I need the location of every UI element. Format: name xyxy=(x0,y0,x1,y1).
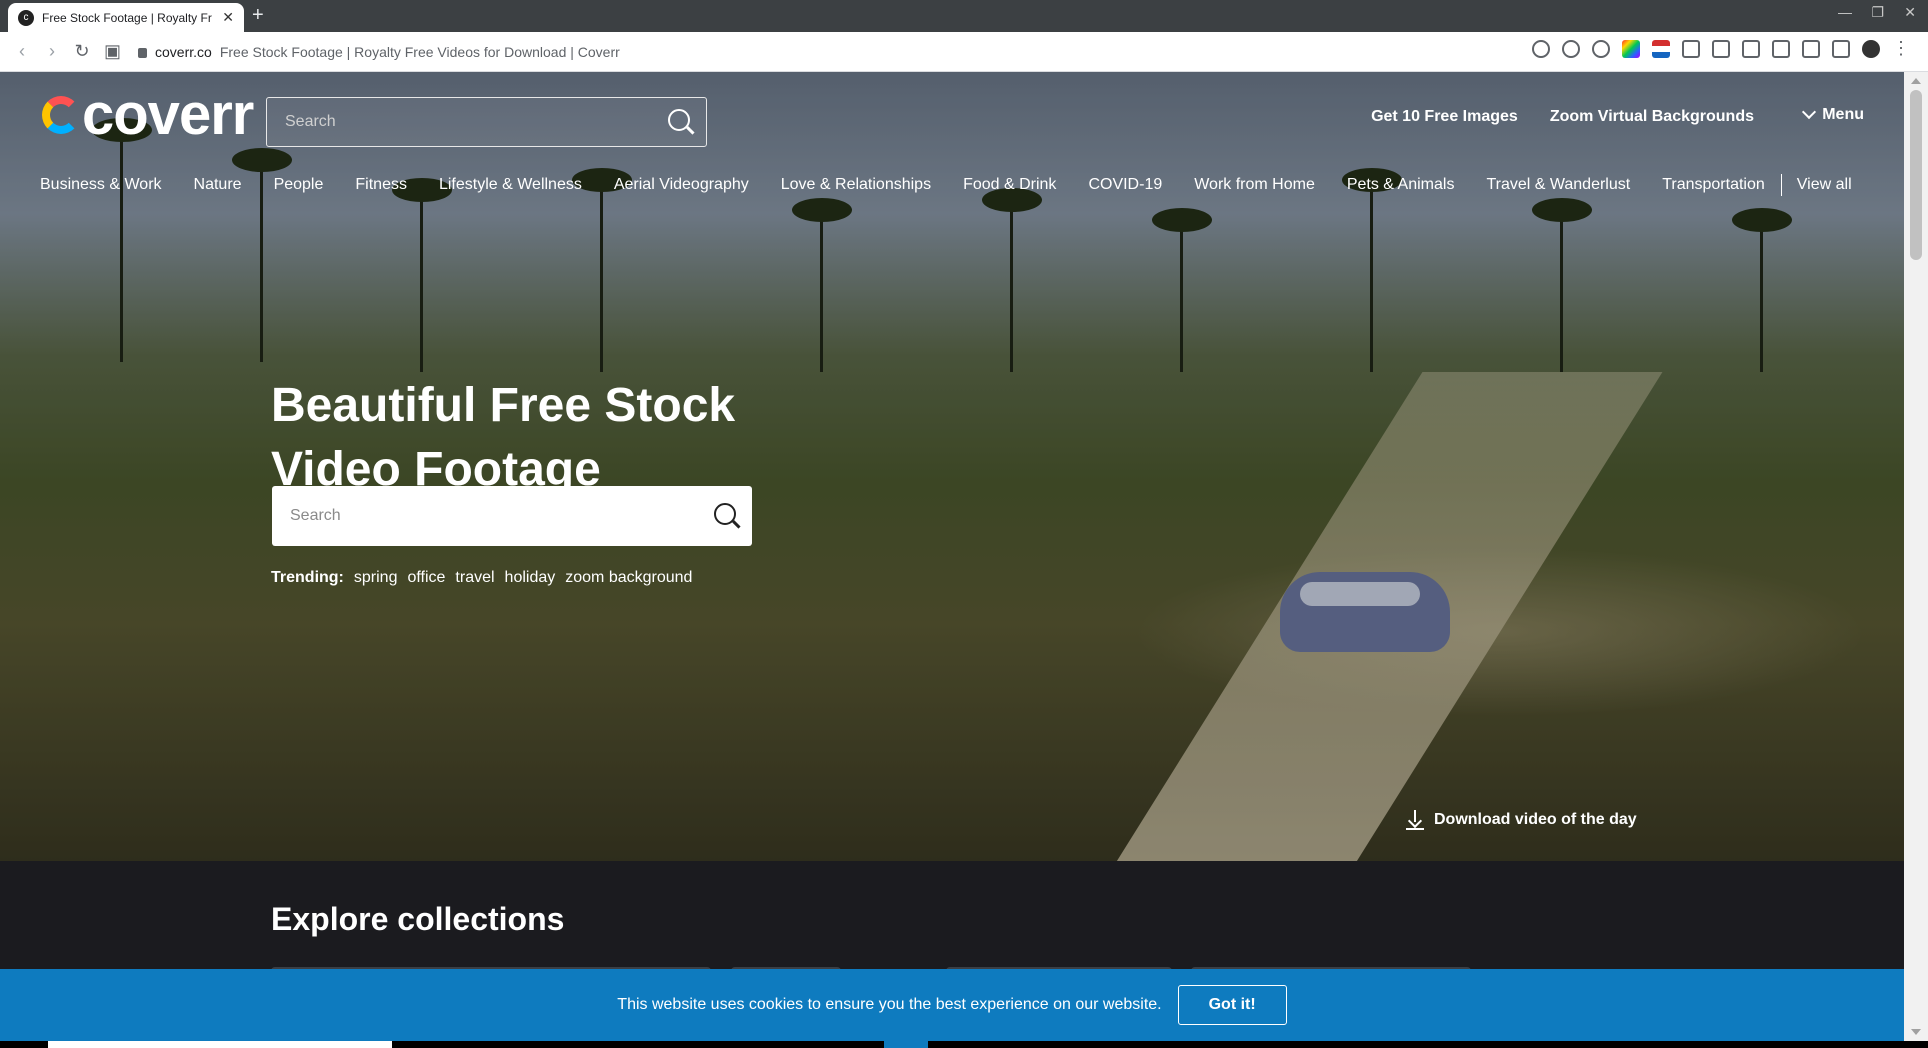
notion-extension-icon[interactable]: ▣ xyxy=(104,41,121,62)
extension-icons: ⋮ xyxy=(1532,39,1910,58)
back-icon[interactable]: ‹ xyxy=(14,41,30,62)
scrollbar-thumb[interactable] xyxy=(1910,90,1922,260)
reader-icon[interactable] xyxy=(1802,40,1820,58)
header-links: Get 10 Free Images Zoom Virtual Backgrou… xyxy=(1371,108,1754,126)
url-page-title: Free Stock Footage | Royalty Free Videos… xyxy=(219,43,620,60)
trending-tag[interactable]: travel xyxy=(455,569,494,587)
category-lifestyle-wellness[interactable]: Lifestyle & Wellness xyxy=(439,176,582,194)
download-icon[interactable] xyxy=(1712,40,1730,58)
close-tab-icon[interactable]: ✕ xyxy=(222,9,234,26)
search-icon xyxy=(668,108,690,131)
category-pets-animals[interactable]: Pets & Animals xyxy=(1347,176,1455,194)
nav-divider xyxy=(1780,174,1782,196)
browser-tab-strip: c Free Stock Footage | Royalty Fr ✕ + — … xyxy=(0,0,1928,32)
lock-icon xyxy=(138,47,147,58)
category-work-from-home[interactable]: Work from Home xyxy=(1194,176,1315,194)
download-icon xyxy=(1406,810,1424,830)
menu-label: Menu xyxy=(1822,106,1864,123)
add-icon[interactable] xyxy=(1532,40,1550,58)
new-tab-button[interactable]: + xyxy=(252,4,264,27)
search-icon xyxy=(714,502,736,525)
link-free-images[interactable]: Get 10 Free Images xyxy=(1371,108,1518,126)
category-aerial-videography[interactable]: Aerial Videography xyxy=(614,176,749,194)
category-fitness[interactable]: Fitness xyxy=(355,176,407,194)
hero-search-input[interactable] xyxy=(288,506,688,526)
address-bar[interactable]: coverr.co Free Stock Footage | Royalty F… xyxy=(138,44,620,60)
download-label: Download video of the day xyxy=(1434,811,1637,828)
category-people[interactable]: People xyxy=(274,176,324,194)
explore-title: Explore collections xyxy=(271,901,565,937)
scroll-up-icon[interactable] xyxy=(1911,78,1921,84)
video-camera-icon[interactable] xyxy=(1742,40,1760,58)
star-icon[interactable] xyxy=(1592,40,1610,58)
coverr-favicon-icon: c xyxy=(18,9,34,26)
hero-search-button[interactable] xyxy=(714,502,736,530)
trending-label: Trending: xyxy=(271,569,344,586)
category-nav: Business & Work Nature People Fitness Li… xyxy=(40,174,1852,196)
more-menu-icon[interactable]: ⋮ xyxy=(1892,39,1910,58)
cookie-accept-button[interactable]: Got it! xyxy=(1177,985,1287,1025)
cookie-banner: This website uses cookies to ensure you … xyxy=(0,969,1904,1041)
restore-icon[interactable]: ❐ xyxy=(1871,4,1884,21)
header-search xyxy=(266,97,707,147)
category-business-work[interactable]: Business & Work xyxy=(40,176,162,194)
tab-title: Free Stock Footage | Royalty Fr xyxy=(42,10,212,25)
view-all-link[interactable]: View all xyxy=(1797,176,1852,194)
category-nature[interactable]: Nature xyxy=(194,176,242,194)
coverr-logo[interactable]: coverr xyxy=(42,82,254,147)
color-picker-icon[interactable] xyxy=(1622,40,1640,58)
page-scrollbar[interactable] xyxy=(1904,72,1928,1041)
os-taskbar xyxy=(0,1041,1928,1048)
category-travel-wanderlust[interactable]: Travel & Wanderlust xyxy=(1486,176,1630,194)
trending-tags: Trending: spring office travel holiday z… xyxy=(271,569,692,587)
url-domain: coverr.co xyxy=(155,43,212,60)
browser-tab[interactable]: c Free Stock Footage | Royalty Fr ✕ xyxy=(8,3,244,32)
taskbar-active-app[interactable] xyxy=(884,1041,928,1048)
browser-toolbar: ‹ › ↻ ▣ coverr.co Free Stock Footage | R… xyxy=(0,32,1928,72)
header-search-input[interactable] xyxy=(283,112,643,132)
trending-tag[interactable]: zoom background xyxy=(565,569,692,587)
shield-icon[interactable] xyxy=(1562,40,1580,58)
hero-section: coverr Get 10 Free Images Zoom Virtual B… xyxy=(0,72,1904,861)
category-transportation[interactable]: Transportation xyxy=(1662,176,1765,194)
scroll-down-icon[interactable] xyxy=(1911,1029,1921,1035)
hero-title: Beautiful Free Stock Video Footage xyxy=(271,379,736,497)
logo-text: coverr xyxy=(82,82,254,147)
profile-avatar-icon[interactable] xyxy=(1862,40,1880,58)
close-window-icon[interactable]: ✕ xyxy=(1904,4,1916,21)
link-zoom-backgrounds[interactable]: Zoom Virtual Backgrounds xyxy=(1550,108,1754,126)
category-love-relationships[interactable]: Love & Relationships xyxy=(781,176,931,194)
playlist-icon[interactable] xyxy=(1682,40,1700,58)
logo-mark-icon xyxy=(42,96,80,134)
header-search-button[interactable] xyxy=(668,108,690,136)
hero-search xyxy=(272,486,752,546)
trending-tag[interactable]: office xyxy=(407,569,445,587)
sidebar-icon[interactable] xyxy=(1832,40,1850,58)
reload-icon[interactable]: ↻ xyxy=(74,41,90,62)
cookie-message: This website uses cookies to ensure you … xyxy=(617,996,1162,1013)
category-covid-19[interactable]: COVID-19 xyxy=(1088,176,1162,194)
menu-button[interactable]: Menu xyxy=(1802,104,1864,124)
trending-tag[interactable]: holiday xyxy=(505,569,556,587)
trending-tag[interactable]: spring xyxy=(354,569,398,587)
taskbar-search[interactable] xyxy=(48,1041,392,1048)
forward-icon[interactable]: › xyxy=(44,41,60,62)
download-video-of-day[interactable]: Download video of the day xyxy=(1406,810,1637,830)
category-food-drink[interactable]: Food & Drink xyxy=(963,176,1056,194)
flag-icon[interactable] xyxy=(1652,40,1670,58)
minimize-icon[interactable]: — xyxy=(1838,4,1852,20)
camera-icon[interactable] xyxy=(1772,40,1790,58)
chevron-down-icon xyxy=(1802,104,1817,120)
